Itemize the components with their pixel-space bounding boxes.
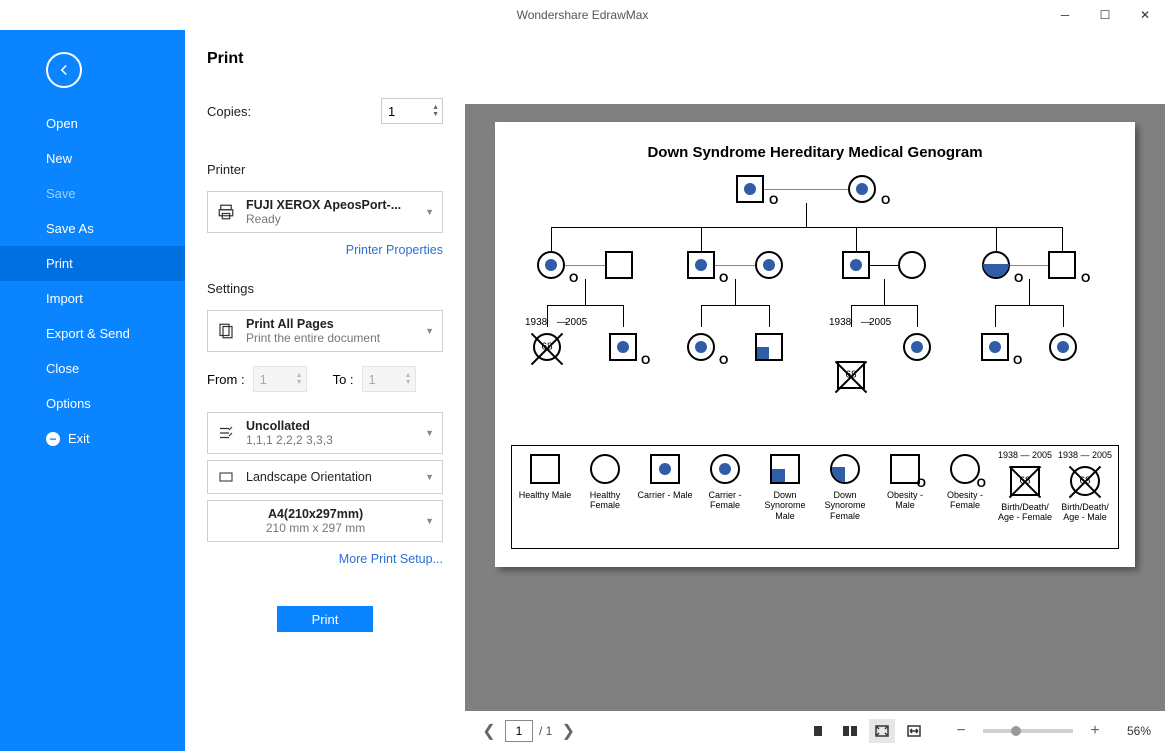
sidebar-item-print[interactable]: Print	[0, 246, 185, 281]
prev-page-button[interactable]: ❮	[479, 721, 499, 741]
print-pages-title: Print All Pages	[246, 317, 415, 331]
collate-select[interactable]: Uncollated 1,1,1 2,2,2 3,3,3 ▼	[207, 412, 443, 454]
sidebar-item-open[interactable]: Open	[0, 106, 185, 141]
sidebar-item-close[interactable]: Close	[0, 351, 185, 386]
printer-status: Ready	[246, 212, 415, 226]
form-panel: Print Copies: 1 ▲▼ Printer FUJI XEROX Ap…	[185, 30, 465, 751]
minimize-button[interactable]: ─	[1045, 0, 1085, 30]
view-single-page-icon[interactable]	[805, 719, 831, 743]
back-button[interactable]	[46, 52, 82, 88]
chevron-down-icon: ▼	[425, 207, 434, 217]
preview-page: Down Syndrome Hereditary Medical Genogra…	[495, 122, 1135, 567]
paper-select[interactable]: A4(210x297mm) 210 mm x 297 mm ▼	[207, 500, 443, 542]
view-width-icon[interactable]	[901, 719, 927, 743]
page-range-row: From : 1 ▲▼ To : 1 ▲▼	[207, 366, 443, 392]
zoom-in-button[interactable]: +	[1085, 721, 1105, 741]
printer-properties-link[interactable]: Printer Properties	[207, 243, 443, 257]
exit-label: Exit	[68, 431, 90, 446]
genogram-diagram: O O O	[511, 175, 1119, 445]
window-controls: ─ ☐ ✕	[1045, 0, 1165, 30]
arrow-left-icon	[55, 61, 73, 79]
sidebar-item-import[interactable]: Import	[0, 281, 185, 316]
paper-title: A4(210x297mm)	[216, 507, 415, 521]
main: Open New Save Save As Print Import Expor…	[0, 30, 1165, 751]
collate-sub: 1,1,1 2,2,2 3,3,3	[246, 433, 415, 447]
app-title: Wondershare EdrawMax	[517, 8, 649, 22]
zoom-slider[interactable]	[983, 729, 1073, 733]
zoom-out-button[interactable]: −	[951, 721, 971, 741]
chevron-down-icon: ▼	[425, 516, 434, 526]
sidebar-item-new[interactable]: New	[0, 141, 185, 176]
spinner-arrows-icon: ▲▼	[296, 372, 303, 386]
printer-section-label: Printer	[207, 162, 443, 177]
copies-value: 1	[388, 104, 395, 119]
from-input: 1 ▲▼	[253, 366, 307, 392]
sidebar-item-export-send[interactable]: Export & Send	[0, 316, 185, 351]
collate-title: Uncollated	[246, 419, 415, 433]
printer-select[interactable]: FUJI XEROX ApeosPort-... Ready ▼	[207, 191, 443, 233]
preview-bottombar: ❮ / 1 ❯ − + 56%	[465, 711, 1165, 751]
next-page-button[interactable]: ❯	[558, 721, 578, 741]
page-total: / 1	[539, 724, 552, 738]
print-button[interactable]: Print	[277, 606, 373, 632]
sidebar-item-options[interactable]: Options	[0, 386, 185, 421]
close-button[interactable]: ✕	[1125, 0, 1165, 30]
chevron-down-icon: ▼	[425, 326, 434, 336]
settings-section-label: Settings	[207, 281, 443, 296]
page-number-input[interactable]	[505, 720, 533, 742]
more-print-setup-link[interactable]: More Print Setup...	[207, 552, 443, 566]
content: Print Copies: 1 ▲▼ Printer FUJI XEROX Ap…	[185, 30, 1165, 751]
orientation-icon	[216, 469, 236, 485]
spinner-arrows-icon[interactable]: ▲▼	[432, 104, 439, 118]
zoom-value: 56%	[1111, 724, 1151, 738]
chevron-down-icon: ▼	[425, 428, 434, 438]
orientation-label: Landscape Orientation	[246, 470, 415, 484]
from-value: 1	[260, 372, 267, 387]
pages-icon	[216, 322, 236, 340]
sidebar-item-save-as[interactable]: Save As	[0, 211, 185, 246]
from-label: From :	[207, 372, 245, 387]
preview-panel: Down Syndrome Hereditary Medical Genogra…	[465, 30, 1165, 751]
page-title: Print	[207, 50, 443, 68]
sidebar: Open New Save Save As Print Import Expor…	[0, 30, 185, 751]
document-title: Down Syndrome Hereditary Medical Genogra…	[511, 144, 1119, 161]
titlebar: Wondershare EdrawMax ─ ☐ ✕	[0, 0, 1165, 30]
copies-spinner[interactable]: 1 ▲▼	[381, 98, 443, 124]
to-input: 1 ▲▼	[362, 366, 416, 392]
exit-icon: −	[46, 432, 60, 446]
copies-label: Copies:	[207, 104, 251, 119]
paper-sub: 210 mm x 297 mm	[216, 521, 415, 535]
sidebar-item-save[interactable]: Save	[0, 176, 185, 211]
to-label: To :	[333, 372, 354, 387]
print-pages-select[interactable]: Print All Pages Print the entire documen…	[207, 310, 443, 352]
legend: Healthy Male Healthy Female Carrier - Ma…	[511, 445, 1119, 549]
maximize-button[interactable]: ☐	[1085, 0, 1125, 30]
preview-area: Down Syndrome Hereditary Medical Genogra…	[465, 104, 1165, 711]
spinner-arrows-icon: ▲▼	[405, 372, 412, 386]
printer-icon	[216, 203, 236, 221]
collate-icon	[216, 424, 236, 442]
print-pages-sub: Print the entire document	[246, 331, 415, 345]
to-value: 1	[369, 372, 376, 387]
sidebar-item-exit[interactable]: − Exit	[0, 421, 185, 456]
copies-row: Copies: 1 ▲▼	[207, 98, 443, 124]
chevron-down-icon: ▼	[425, 472, 434, 482]
printer-name: FUJI XEROX ApeosPort-...	[246, 198, 415, 212]
view-two-page-icon[interactable]	[837, 719, 863, 743]
view-fit-icon[interactable]	[869, 719, 895, 743]
orientation-select[interactable]: Landscape Orientation ▼	[207, 460, 443, 494]
